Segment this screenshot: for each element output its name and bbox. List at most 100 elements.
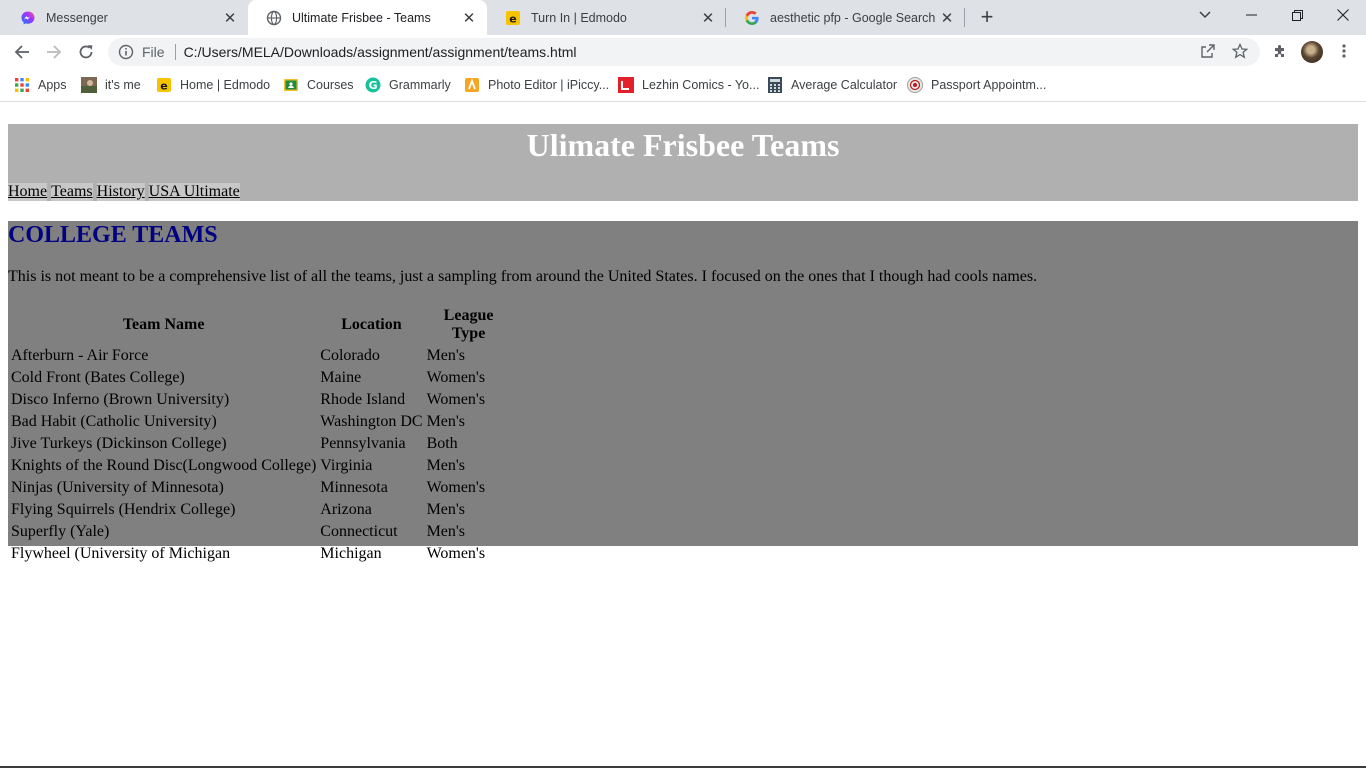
location-cell: Virginia	[320, 457, 373, 474]
league-type-cell: Men's	[426, 457, 465, 474]
column-header-league-type: League Type	[443, 307, 494, 342]
league-type-cell: Men's	[426, 347, 465, 364]
page-title: Ulimate Frisbee Teams	[526, 127, 840, 163]
team-name-cell: Flying Squirrels (Hendrix College)	[11, 501, 236, 518]
bookmark-average-calculator[interactable]: Average Calculator	[767, 75, 897, 95]
edmodo-icon: e	[505, 10, 521, 26]
info-icon[interactable]	[118, 44, 134, 60]
bookmark-its-me[interactable]: it's me	[81, 75, 141, 95]
tab-search-chevron-icon[interactable]	[1182, 0, 1228, 30]
minimize-icon[interactable]	[1228, 0, 1274, 30]
tab-google-search[interactable]: aesthetic pfp - Google Search ✕	[726, 0, 965, 35]
bookmark-label: Home | Edmodo	[180, 78, 271, 92]
lezhin-icon	[618, 77, 634, 93]
league-type-cell: Women's	[426, 369, 486, 386]
league-type-cell: Women's	[426, 479, 486, 496]
column-header-location: Location	[341, 316, 402, 333]
bookmark-label: Apps	[38, 78, 67, 92]
tab-turn-in-edmodo[interactable]: e Turn In | Edmodo ✕	[487, 0, 726, 35]
section-heading: COLLEGE TEAMS	[8, 222, 218, 248]
menu-kebab-icon[interactable]	[1334, 41, 1354, 61]
nav-link-teams[interactable]: Teams	[51, 183, 93, 201]
location-cell: Connecticut	[320, 523, 398, 540]
bookmark-courses[interactable]: Courses	[283, 75, 354, 95]
bookmark-grammarly[interactable]: G Grammarly	[365, 75, 451, 95]
close-icon[interactable]: ✕	[222, 10, 238, 27]
team-name-cell: Bad Habit (Catholic University)	[11, 413, 217, 430]
share-icon[interactable]	[1198, 41, 1218, 61]
tab-strip: Messenger ✕ Ultimate Frisbee - Teams ✕ e…	[0, 0, 1366, 35]
google-icon	[744, 10, 760, 26]
bookmark-label: it's me	[105, 78, 141, 92]
window-close-icon[interactable]	[1320, 0, 1366, 30]
league-type-cell: Women's	[426, 391, 486, 408]
intro-paragraph: This is not meant to be a comprehensive …	[8, 268, 1038, 285]
team-name-cell: Flywheel (University of Michigan	[11, 545, 231, 562]
ipiccy-icon	[464, 77, 480, 93]
location-cell: Maine	[320, 369, 362, 386]
tab-separator	[964, 8, 965, 27]
table-row: Bad Habit (Catholic University) Washingto…	[10, 412, 512, 432]
bookmark-label: Courses	[307, 78, 354, 92]
table-row: Flying Squirrels (Hendrix College) Arizon…	[10, 500, 512, 520]
team-name-cell: Jive Turkeys (Dickinson College)	[11, 435, 227, 452]
calculator-icon	[767, 77, 783, 93]
table-row: Cold Front (Bates College) Maine Women's	[10, 368, 512, 388]
college-teams-section: COLLEGE TEAMS This is not meant to be a …	[8, 221, 1358, 562]
url-text[interactable]: C:/Users/MELA/Downloads/assignment/assig…	[184, 44, 577, 60]
omnibox-divider	[174, 44, 176, 60]
bookmark-apps[interactable]: Apps	[14, 75, 67, 95]
edmodo-icon: e	[156, 77, 172, 93]
location-cell: Michigan	[320, 545, 382, 562]
team-name-cell: Superfly (Yale)	[11, 523, 110, 540]
teams-table: Team Name Location League Type Afterburn…	[8, 304, 514, 566]
bookmark-photo-editor[interactable]: Photo Editor | iPiccy...	[464, 75, 609, 95]
table-header-row: Team Name Location League Type	[10, 306, 512, 344]
team-name-cell: Ninjas (University of Minnesota)	[11, 479, 224, 496]
classroom-icon	[283, 77, 299, 93]
restore-icon[interactable]	[1274, 0, 1320, 30]
web-page: Ulimate Frisbee Teams Home Teams History…	[0, 103, 1366, 768]
table-row: Flywheel (University of Michigan Michigan…	[10, 544, 512, 564]
table-row: Superfly (Yale) Connecticut Men's	[10, 522, 512, 542]
tab-ultimate-frisbee-teams[interactable]: Ultimate Frisbee - Teams ✕	[248, 0, 487, 35]
location-cell: Colorado	[320, 347, 380, 364]
browser-toolbar: File C:/Users/MELA/Downloads/assignment/…	[0, 35, 1366, 69]
back-arrow-icon[interactable]	[9, 39, 35, 65]
tab-title: Turn In | Edmodo	[531, 10, 627, 25]
nav-link-history[interactable]: History	[96, 183, 145, 201]
column-header-team-name: Team Name	[122, 316, 205, 333]
grammarly-icon: G	[365, 77, 381, 93]
bookmark-label: Passport Appointm...	[931, 78, 1047, 92]
bookmark-label: Average Calculator	[791, 78, 898, 92]
nav-link-home[interactable]: Home	[8, 183, 48, 201]
site-header: Ulimate Frisbee Teams Home Teams History…	[8, 124, 1358, 201]
bookmark-lezhin-comics[interactable]: Lezhin Comics - Yo...	[618, 75, 759, 95]
svg-text:e: e	[160, 80, 167, 93]
tab-messenger[interactable]: Messenger ✕	[2, 0, 248, 35]
messenger-icon	[20, 10, 36, 26]
bookmark-home-edmodo[interactable]: e Home | Edmodo	[156, 75, 270, 95]
reload-icon[interactable]	[73, 39, 99, 65]
close-icon[interactable]: ✕	[461, 10, 477, 27]
league-type-cell: Men's	[426, 501, 465, 518]
location-cell: Rhode Island	[320, 391, 406, 408]
bookmark-star-icon[interactable]	[1230, 41, 1250, 61]
tab-title: aesthetic pfp - Google Search	[770, 10, 936, 25]
team-name-cell: Afterburn - Air Force	[11, 347, 149, 364]
close-icon[interactable]: ✕	[700, 10, 716, 27]
team-name-cell: Cold Front (Bates College)	[11, 369, 185, 386]
nav-link-usa-ultimate[interactable]: USA Ultimate	[148, 183, 240, 201]
forward-arrow-icon[interactable]	[41, 39, 67, 65]
bookmark-passport-appointment[interactable]: Passport Appointm...	[907, 75, 1046, 95]
team-name-cell: Knights of the Round Disc(Longwood Colle…	[11, 457, 317, 474]
extensions-puzzle-icon[interactable]	[1270, 41, 1290, 61]
team-name-cell: Disco Inferno (Brown University)	[11, 391, 230, 408]
table-row: Ninjas (University of Minnesota) Minnesot…	[10, 478, 512, 498]
address-bar[interactable]: File C:/Users/MELA/Downloads/assignment/…	[108, 38, 1260, 66]
svg-text:e: e	[509, 12, 516, 25]
close-icon[interactable]: ✕	[939, 10, 955, 27]
bookmark-label: Grammarly	[389, 78, 451, 92]
new-tab-button[interactable]: +	[977, 4, 997, 29]
profile-avatar[interactable]	[1301, 41, 1323, 63]
